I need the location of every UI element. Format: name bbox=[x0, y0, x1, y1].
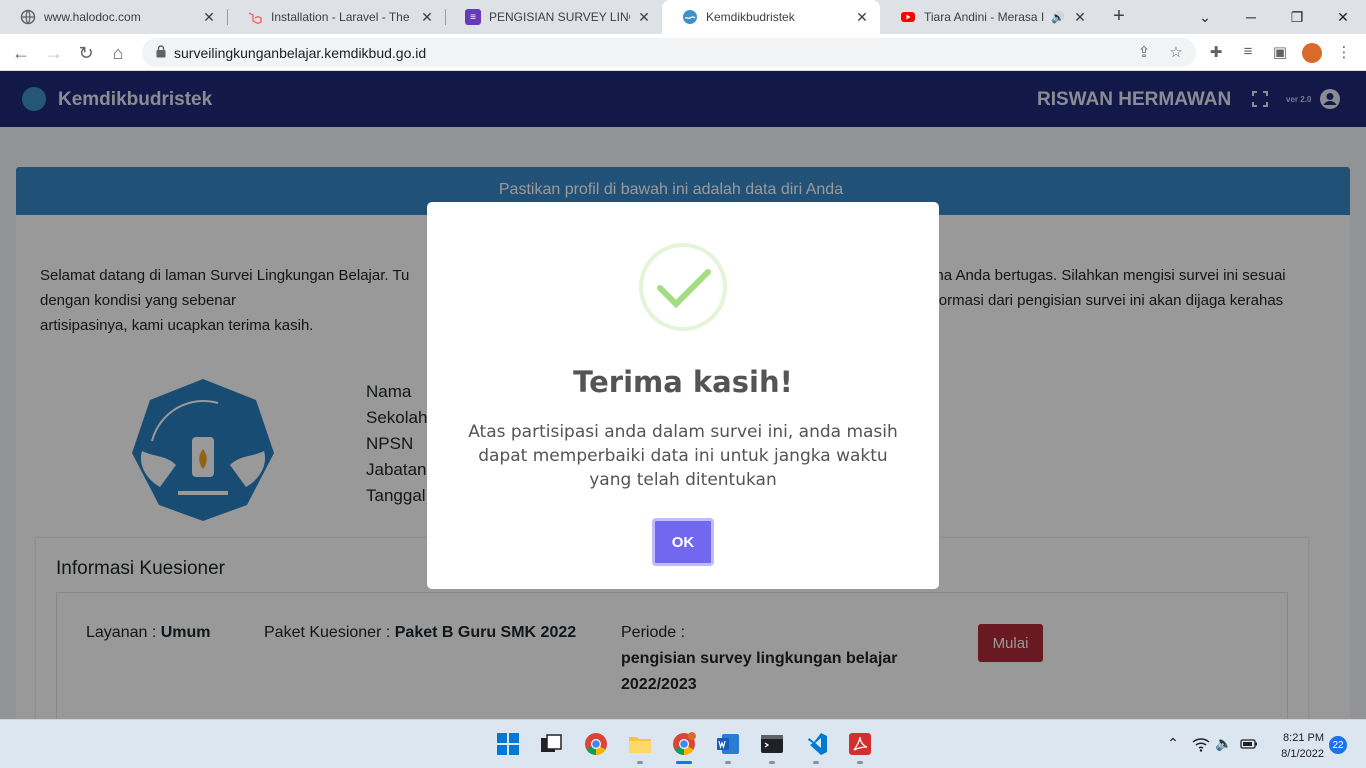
success-check-icon bbox=[639, 243, 727, 331]
success-dialog: Terima kasih! Atas partisipasi anda dala… bbox=[427, 202, 939, 589]
tab-survey-form[interactable]: ≡ PENGISIAN SURVEY LINGKUNGAN ✕ bbox=[445, 0, 662, 34]
speaker-icon[interactable]: 🔊 bbox=[1050, 11, 1066, 24]
youtube-icon bbox=[900, 9, 916, 25]
word-icon[interactable] bbox=[716, 732, 740, 756]
vscode-icon[interactable] bbox=[804, 732, 828, 756]
url-text: surveilingkunganbelajar.kemdikbud.go.id bbox=[174, 45, 427, 61]
acrobat-icon[interactable] bbox=[848, 732, 872, 756]
dialog-title: Terima kasih! bbox=[573, 365, 793, 399]
running-indicator bbox=[725, 761, 731, 764]
page-viewport: Kemdikbudristek RISWAN HERMAWAN ver 2.0 … bbox=[0, 71, 1366, 719]
forms-icon: ≡ bbox=[465, 9, 481, 25]
menu-kebab-icon[interactable]: ⋮ bbox=[1334, 43, 1354, 63]
running-indicator bbox=[857, 761, 863, 764]
wifi-icon[interactable] bbox=[1192, 735, 1210, 753]
running-indicator bbox=[637, 761, 643, 764]
side-panel-icon[interactable]: ▣ bbox=[1270, 43, 1290, 63]
extensions-icon[interactable]: ✚ bbox=[1206, 43, 1226, 63]
close-tab-icon[interactable]: ✕ bbox=[636, 9, 652, 26]
bookmark-star-icon[interactable]: ☆ bbox=[1166, 43, 1186, 63]
kemdikbud-icon bbox=[682, 9, 698, 25]
tab-laravel[interactable]: Installation - Laravel - The PHP ✕ bbox=[227, 0, 445, 34]
close-window-button[interactable]: ✕ bbox=[1320, 0, 1366, 34]
tab-title: Kemdikbudristek bbox=[706, 10, 795, 24]
clock-time: 8:21 PM bbox=[1283, 732, 1324, 744]
chrome-profile-icon[interactable] bbox=[672, 732, 696, 756]
dialog-message: Atas partisipasi anda dalam survei ini, … bbox=[468, 422, 898, 490]
task-view-icon[interactable] bbox=[539, 732, 563, 756]
close-tab-icon[interactable]: ✕ bbox=[1072, 9, 1088, 26]
tab-kemdikbud[interactable]: Kemdikbudristek ✕ bbox=[662, 0, 880, 34]
home-icon[interactable]: ⌂ bbox=[105, 40, 131, 66]
tab-search-icon[interactable]: ⌄ bbox=[1182, 0, 1228, 34]
forward-arrow-icon[interactable]: → bbox=[41, 40, 67, 66]
laravel-icon bbox=[247, 9, 263, 25]
globe-icon bbox=[20, 9, 36, 25]
reload-icon[interactable]: ↻ bbox=[73, 40, 99, 66]
ok-button[interactable]: OK bbox=[652, 518, 714, 566]
tab-halodoc[interactable]: www.halodoc.com ✕ bbox=[0, 0, 227, 34]
back-arrow-icon[interactable]: ← bbox=[8, 40, 34, 66]
tab-title: PENGISIAN SURVEY LINGKUNGAN bbox=[489, 10, 630, 24]
minimize-button[interactable]: ─ bbox=[1228, 0, 1274, 34]
tab-title: www.halodoc.com bbox=[44, 10, 141, 24]
notification-badge[interactable]: 22 bbox=[1329, 736, 1347, 754]
new-tab-button[interactable]: + bbox=[1108, 5, 1130, 27]
windows-start-icon[interactable] bbox=[496, 732, 520, 756]
share-icon[interactable]: ⇪ bbox=[1134, 43, 1154, 63]
running-indicator bbox=[769, 761, 775, 764]
close-tab-icon[interactable]: ✕ bbox=[201, 9, 217, 26]
active-indicator bbox=[676, 761, 692, 764]
close-tab-icon[interactable]: ✕ bbox=[854, 9, 870, 26]
maximize-button[interactable]: ❐ bbox=[1274, 0, 1320, 34]
browser-toolbar: ← → ↻ ⌂ surveilingkunganbelajar.kemdikbu… bbox=[0, 34, 1366, 71]
tab-title: Installation - Laravel - The PHP bbox=[271, 10, 413, 24]
profile-avatar[interactable] bbox=[1302, 43, 1322, 63]
system-clock[interactable]: 8:21 PM 8/1/2022 bbox=[1270, 730, 1324, 762]
running-indicator bbox=[813, 761, 819, 764]
chevron-up-icon[interactable]: ⌃ bbox=[1164, 735, 1182, 753]
file-explorer-icon[interactable] bbox=[628, 732, 652, 756]
lock-icon bbox=[156, 45, 166, 58]
address-bar[interactable]: surveilingkunganbelajar.kemdikbud.go.id … bbox=[142, 38, 1196, 67]
media-control-icon[interactable]: ≡ bbox=[1238, 43, 1258, 63]
tab-youtube[interactable]: Tiara Andini - Merasa Indah 🔊 ✕ bbox=[880, 0, 1098, 34]
battery-icon[interactable] bbox=[1240, 735, 1258, 753]
windows-taskbar: ⌃ 🔈 8:21 PM 8/1/2022 22 bbox=[0, 719, 1366, 768]
chrome-icon[interactable] bbox=[584, 732, 608, 756]
browser-tab-strip: www.halodoc.com ✕ Installation - Laravel… bbox=[0, 0, 1366, 34]
volume-icon[interactable]: 🔈 bbox=[1215, 735, 1233, 753]
close-tab-icon[interactable]: ✕ bbox=[419, 9, 435, 26]
terminal-icon[interactable] bbox=[760, 732, 784, 756]
clock-date: 8/1/2022 bbox=[1281, 748, 1324, 760]
tab-title: Tiara Andini - Merasa Indah bbox=[924, 10, 1044, 24]
